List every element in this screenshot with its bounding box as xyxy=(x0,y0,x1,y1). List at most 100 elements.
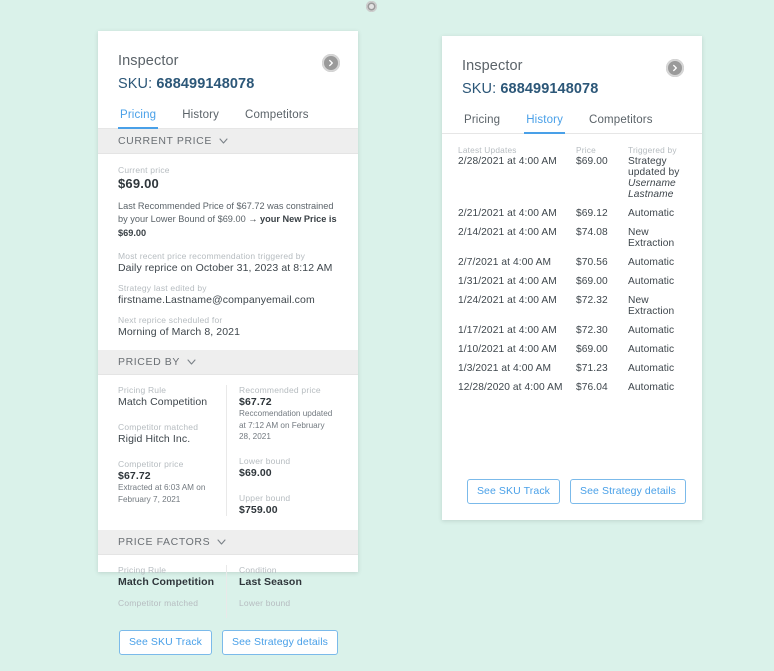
factors-pricing-rule-field: Pricing Rule Match Competition xyxy=(118,565,226,588)
chevron-right-circle-icon[interactable] xyxy=(666,59,684,77)
competitor-price-field: Competitor price $67.72 Extracted at 6:0… xyxy=(118,459,226,505)
column-header-price: Price xyxy=(576,145,596,155)
history-table-wrapper: Latest Updates Price Triggered by 2/28/2… xyxy=(442,134,702,397)
pricing-rule-label: Pricing Rule xyxy=(118,385,167,396)
cell-trigger-main: New Extraction xyxy=(628,227,675,249)
tab-pricing[interactable]: Pricing xyxy=(118,106,159,129)
cell-trigger: Automatic xyxy=(628,340,686,359)
sku-value: 688499148078 xyxy=(156,76,255,92)
cell-price: $70.56 xyxy=(576,257,608,268)
see-strategy-details-button[interactable]: See Strategy details xyxy=(222,630,338,656)
history-card-actions: See SKU Track See Strategy details xyxy=(442,479,702,520)
cell-date: 2/28/2021 at 4:00 AM xyxy=(458,156,557,167)
competitor-matched-field: Competitor matched Rigid Hitch Inc. xyxy=(118,422,226,445)
section-header-current-price[interactable]: CURRENT PRICE xyxy=(98,129,358,154)
pricing-rule-field: Pricing Rule Match Competition xyxy=(118,385,226,408)
table-header-row: Latest Updates Price Triggered by xyxy=(458,145,686,156)
see-sku-track-button[interactable]: See SKU Track xyxy=(118,630,213,656)
table-row: 12/28/2020 at 4:00 AM $76.04 Automatic xyxy=(458,378,686,397)
competitor-price-label: Competitor price xyxy=(118,459,184,470)
factors-condition-field: Condition Last Season xyxy=(239,565,338,588)
chevron-right-circle-icon[interactable] xyxy=(322,54,340,72)
competitor-price-note: Extracted at 6:03 AM on February 7, 2021 xyxy=(118,483,206,504)
trigger-label: Most recent price recommendation trigger… xyxy=(118,251,306,262)
sku-label: SKU: xyxy=(118,76,153,92)
competitor-matched-value: Rigid Hitch Inc. xyxy=(118,433,191,446)
page-title: Inspector xyxy=(462,58,523,74)
factors-competitor-matched-field: Competitor matched xyxy=(118,598,226,608)
tab-history[interactable]: History xyxy=(524,111,565,134)
factors-lower-bound-label: Lower bound xyxy=(239,598,291,609)
history-table-head: Latest Updates Price Triggered by xyxy=(458,145,686,156)
trigger-field: Most recent price recommendation trigger… xyxy=(118,251,338,274)
chevron-down-icon xyxy=(217,539,226,546)
section-header-priced-by[interactable]: PRICED BY xyxy=(98,350,358,376)
upper-bound-value: $759.00 xyxy=(239,504,278,517)
inspector-pricing-card: Inspector SKU: 688499148078 Pricing Hist… xyxy=(98,31,358,656)
cell-date: 1/31/2021 at 4:00 AM xyxy=(458,276,557,287)
cell-trigger-main: Automatic xyxy=(628,208,675,219)
pricing-rule-value: Match Competition xyxy=(118,396,208,409)
cell-price: $74.08 xyxy=(576,227,608,238)
cell-trigger-main: Strategy updated by xyxy=(628,156,680,178)
sku-line: SKU: 688499148078 xyxy=(118,76,338,92)
factors-pricing-rule-value: Match Competition xyxy=(118,576,215,589)
competitor-matched-label: Competitor matched xyxy=(118,422,199,433)
table-row: 2/21/2021 at 4:00 AM $69.12 Automatic xyxy=(458,204,686,223)
cell-trigger: Automatic xyxy=(628,378,686,397)
table-row: 1/31/2021 at 4:00 AM $69.00 Automatic xyxy=(458,272,686,291)
recommended-price-value: $67.72 xyxy=(239,396,272,409)
edited-by-field: Strategy last edited by firstname.Lastna… xyxy=(118,283,338,306)
cell-price: $69.00 xyxy=(576,344,608,355)
cell-date: 1/10/2021 at 4:00 AM xyxy=(458,344,557,355)
tab-history[interactable]: History xyxy=(180,106,221,128)
pricing-card-actions: See SKU Track See Strategy details xyxy=(98,624,358,671)
table-row: 2/7/2021 at 4:00 AM $70.56 Automatic xyxy=(458,253,686,272)
chevron-down-icon xyxy=(187,359,196,365)
cell-trigger: Automatic xyxy=(628,253,686,272)
table-row: 1/24/2021 at 4:00 AM $72.32 New Extraction xyxy=(458,291,686,321)
cell-trigger: Automatic xyxy=(628,321,686,340)
cell-trigger-main: New Extraction xyxy=(628,295,675,317)
constraint-message: Last Recommended Price of $67.72 was con… xyxy=(118,200,338,240)
cell-price: $69.00 xyxy=(576,276,608,287)
cell-trigger-main: Automatic xyxy=(628,325,675,336)
cell-trigger-main: Automatic xyxy=(628,344,675,355)
table-row: 2/28/2021 at 4:00 AM $69.00 Strategy updat… xyxy=(458,156,686,204)
cell-price: $69.00 xyxy=(576,156,608,167)
section-body-price-factors: Pricing Rule Match Competition Competito… xyxy=(98,555,358,624)
cell-price: $69.12 xyxy=(576,208,608,219)
cell-price: $72.30 xyxy=(576,325,608,336)
tab-bar: Pricing History Competitors xyxy=(98,106,358,129)
next-reprice-field: Next reprice scheduled for Morning of Ma… xyxy=(118,315,338,338)
page-title: Inspector xyxy=(118,53,179,69)
tab-pricing[interactable]: Pricing xyxy=(462,111,502,133)
section-title-price-factors: PRICE FACTORS xyxy=(118,536,211,549)
next-reprice-label: Next reprice scheduled for xyxy=(118,315,223,326)
cell-trigger: Strategy updated by Username Lastname xyxy=(628,156,686,204)
see-sku-track-button[interactable]: See SKU Track xyxy=(466,479,561,504)
upper-bound-field: Upper bound $759.00 xyxy=(239,493,338,516)
cell-trigger: Automatic xyxy=(628,204,686,223)
next-reprice-value: Morning of March 8, 2021 xyxy=(118,326,241,339)
cell-trigger-main: Automatic xyxy=(628,276,675,287)
tab-competitors[interactable]: Competitors xyxy=(243,106,311,128)
table-row: 1/10/2021 at 4:00 AM $69.00 Automatic xyxy=(458,340,686,359)
cell-date: 2/14/2021 at 4:00 AM xyxy=(458,227,557,238)
tab-competitors[interactable]: Competitors xyxy=(587,111,655,133)
factors-condition-label: Condition xyxy=(239,565,277,576)
current-price-label: Current price xyxy=(118,165,170,175)
edited-by-value: firstname.Lastname@companyemail.com xyxy=(118,294,315,307)
see-strategy-details-button[interactable]: See Strategy details xyxy=(570,479,686,504)
cell-trigger: New Extraction xyxy=(628,291,686,321)
cell-date: 1/17/2021 at 4:00 AM xyxy=(458,325,557,336)
section-header-price-factors[interactable]: PRICE FACTORS xyxy=(98,530,358,556)
current-price-value: $69.00 xyxy=(118,176,159,191)
section-body-priced-by: Pricing Rule Match Competition Competito… xyxy=(98,375,358,530)
cell-trigger-main: Automatic xyxy=(628,257,675,268)
cell-date: 2/7/2021 at 4:00 AM xyxy=(458,257,552,268)
gear-badge-icon xyxy=(366,1,377,12)
history-table-body: 2/28/2021 at 4:00 AM $69.00 Strategy updat… xyxy=(458,156,686,397)
recommended-price-label: Recommended price xyxy=(239,385,321,396)
section-title-current-price: CURRENT PRICE xyxy=(118,135,212,147)
